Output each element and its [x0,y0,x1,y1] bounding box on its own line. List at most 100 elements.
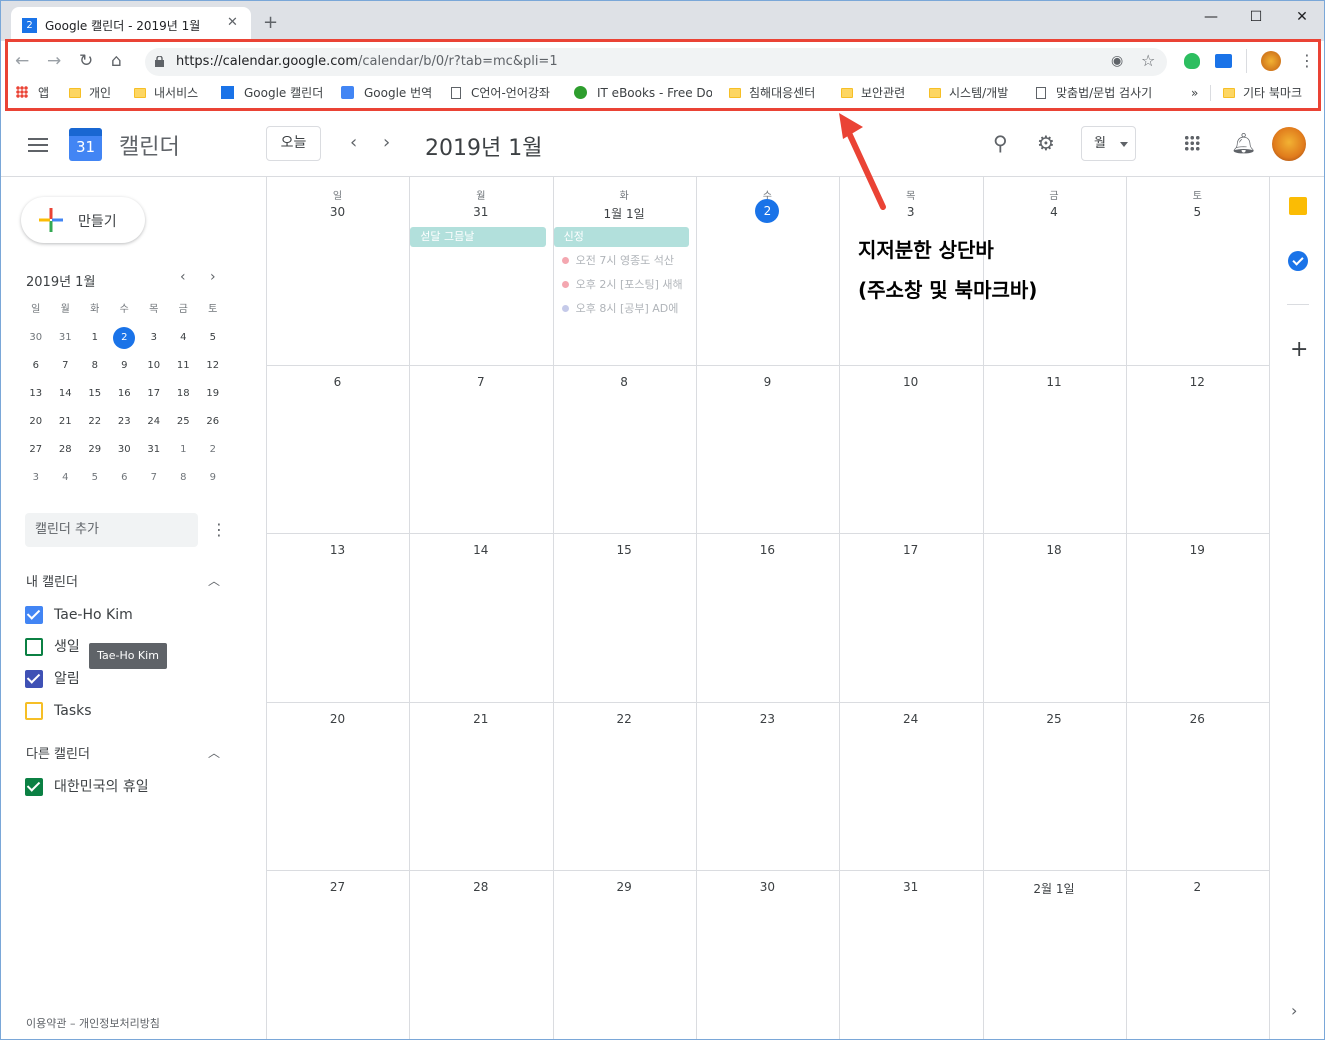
main-menu-icon[interactable] [28,138,48,152]
get-addons-plus-icon[interactable]: + [1290,337,1308,362]
chevron-up-icon[interactable]: ︿ [208,572,220,589]
day-number[interactable]: 27 [266,880,409,894]
more-options-icon[interactable]: ⋮ [211,520,227,539]
mini-day[interactable]: 14 [51,383,81,411]
keep-icon[interactable] [1289,197,1307,215]
mini-day[interactable]: 5 [198,327,228,355]
bookmark-folder[interactable]: 개인 [69,84,111,102]
day-number[interactable]: 17 [839,543,982,557]
mini-day[interactable]: 8 [169,467,199,495]
calendar-checkbox[interactable] [25,778,43,796]
bookmark-folder[interactable]: 침해대응센터 [729,84,815,102]
mini-day[interactable]: 22 [80,411,110,439]
tab-close-icon[interactable]: ✕ [227,15,238,30]
day-number[interactable]: 14 [409,543,552,557]
day-number[interactable]: 29 [553,880,696,894]
day-number[interactable]: 16 [696,543,839,557]
mini-day[interactable]: 27 [21,439,51,467]
chevron-up-icon[interactable]: ︿ [208,744,220,761]
my-calendars-title[interactable]: 내 캘린더 [26,571,78,590]
prev-month-icon[interactable]: ‹ [350,132,357,153]
mini-next-icon[interactable]: › [210,269,216,285]
mini-day[interactable]: 3 [139,327,169,355]
mini-day[interactable]: 24 [139,411,169,439]
mini-day[interactable]: 30 [110,439,140,467]
next-month-icon[interactable]: › [383,132,390,153]
profile-avatar-icon[interactable] [1261,51,1281,71]
mini-day[interactable]: 13 [21,383,51,411]
menu-kebab-icon[interactable]: ⋮ [1299,51,1315,70]
bookmark-link[interactable]: 맞춤법/문법 검사기 [1036,84,1152,102]
day-number[interactable]: 18 [983,543,1126,557]
back-icon[interactable]: ← [15,51,29,71]
day-number[interactable]: 12 [1126,375,1269,389]
mini-day[interactable]: 12 [198,355,228,383]
mini-day[interactable]: 6 [21,355,51,383]
day-number[interactable]: 7 [409,375,552,389]
tasks-icon[interactable] [1288,251,1308,271]
other-calendars-title[interactable]: 다른 캘린더 [26,743,90,762]
home-icon[interactable]: ⌂ [111,51,122,71]
day-number[interactable]: 1월 1일 [553,205,696,222]
mini-day[interactable]: 30 [21,327,51,355]
day-number[interactable]: 9 [696,375,839,389]
day-number[interactable]: 11 [983,375,1126,389]
mini-day[interactable]: 2 [198,439,228,467]
mini-day[interactable]: 31 [51,327,81,355]
day-number[interactable]: 22 [553,712,696,726]
bookmark-link[interactable]: IT eBooks - Free Do [574,84,712,102]
mini-day[interactable]: 19 [198,383,228,411]
timed-event[interactable]: 오후 8시 [공부] AD에 [561,300,692,318]
mini-day[interactable]: 18 [169,383,199,411]
search-icon[interactable]: ⚲ [993,131,1008,155]
day-number[interactable]: 23 [696,712,839,726]
allday-event[interactable]: 신정 [553,227,689,247]
add-calendar-input[interactable]: 캘린더 추가 [25,513,198,547]
day-number[interactable]: 31 [409,205,552,219]
bookmark-apps[interactable]: 앱 [16,84,49,102]
mini-day[interactable]: 6 [110,467,140,495]
mini-day[interactable]: 9 [198,467,228,495]
mini-day[interactable]: 11 [169,355,199,383]
mini-day[interactable]: 2 [110,327,140,355]
mini-day[interactable]: 26 [198,411,228,439]
create-button[interactable]: 만들기 [21,197,145,243]
day-number[interactable]: 10 [839,375,982,389]
day-number[interactable]: 20 [266,712,409,726]
evernote-icon[interactable] [1184,53,1200,69]
calendar-checkbox[interactable] [25,702,43,720]
allday-event[interactable]: 섣달 그믐날 [410,227,546,247]
mini-day[interactable]: 5 [80,467,110,495]
mini-day[interactable]: 17 [139,383,169,411]
apps-grid-icon[interactable] [1184,135,1200,151]
timed-event[interactable]: 오후 2시 [포스팅] 새해 [561,276,692,294]
calendar-checkbox[interactable] [25,638,43,656]
footer-links[interactable]: 이용약관 – 개인정보처리방침 [26,1015,160,1031]
expand-panel-icon[interactable]: › [1291,1001,1297,1020]
settings-gear-icon[interactable]: ⚙ [1037,131,1055,155]
reload-icon[interactable]: ↻ [79,51,93,71]
day-number[interactable]: 30 [266,205,409,219]
mini-day[interactable]: 4 [51,467,81,495]
timed-event[interactable]: 오전 7시 영종도 석산 [561,252,692,270]
account-avatar[interactable] [1272,127,1306,161]
day-number[interactable]: 24 [839,712,982,726]
bookmark-folder[interactable]: 내서비스 [134,84,198,102]
view-select[interactable]: 월 [1081,126,1136,161]
day-number[interactable]: 6 [266,375,409,389]
url-text[interactable]: https://calendar.google.com/calendar/b/0… [176,54,558,69]
day-number[interactable]: 5 [1126,205,1269,219]
mini-day[interactable]: 1 [169,439,199,467]
browser-tab[interactable]: 2 Google 캘린더 - 2019년 1월 ✕ [11,7,251,41]
day-number[interactable]: 28 [409,880,552,894]
mini-day[interactable]: 10 [139,355,169,383]
bookmark-link[interactable]: C언어-언어강좌 [451,84,550,102]
mini-day[interactable]: 15 [80,383,110,411]
mini-day[interactable]: 20 [21,411,51,439]
mini-day[interactable]: 3 [21,467,51,495]
mini-prev-icon[interactable]: ‹ [180,269,186,285]
other-bookmarks-folder[interactable]: 기타 북마크 [1223,84,1302,102]
day-number[interactable]: 30 [696,880,839,894]
bookmark-folder[interactable]: 시스템/개발 [929,84,1008,102]
mini-day[interactable]: 23 [110,411,140,439]
